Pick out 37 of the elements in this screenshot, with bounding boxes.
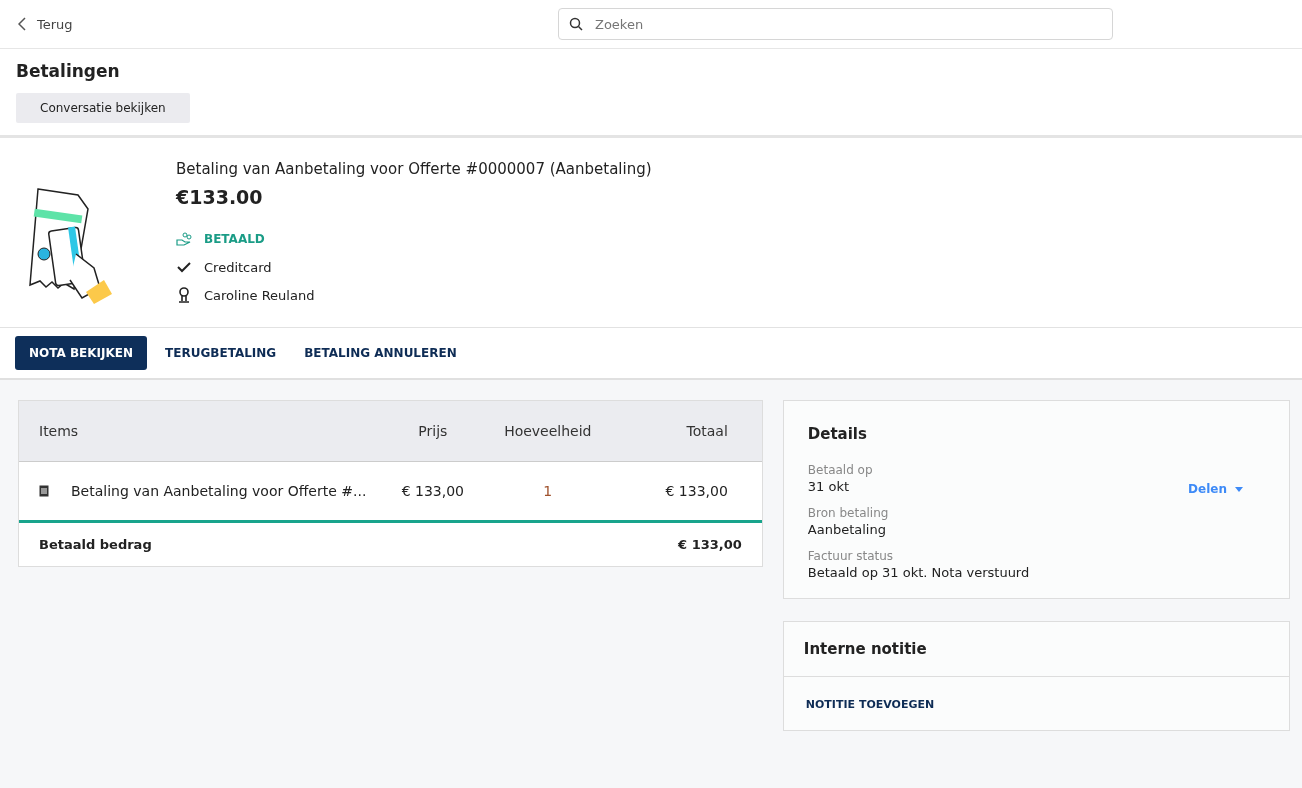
person-icon	[176, 287, 192, 303]
table-cell-text: € 133,00	[400, 483, 465, 499]
check-icon	[176, 261, 192, 273]
total-label: Betaald bedrag	[39, 537, 152, 552]
action-button[interactable]: BETALING ANNULEREN	[294, 336, 467, 370]
field-value: Betaald op 31 okt. Nota verstuurd	[807, 565, 1030, 580]
search-field[interactable]: Zoeken	[558, 8, 1113, 40]
table-cell-text: 1	[542, 483, 554, 499]
field-label: Bron betaling	[807, 506, 889, 520]
column-header: Totaal	[685, 423, 729, 439]
field-value: Aanbetaling	[807, 522, 886, 537]
document-icon	[39, 485, 49, 497]
note-title: Interne notitie	[783, 622, 1289, 677]
action-button[interactable]: NOTA BEKIJKEN	[15, 336, 148, 370]
field-value: 31 okt	[807, 479, 850, 494]
table-cell-text: € 133,00	[664, 483, 729, 499]
payment-amount: €133.00	[176, 186, 264, 208]
column-header: Items	[39, 423, 80, 439]
view-conversation-button[interactable]: Conversatie bekijken	[16, 93, 190, 123]
payment-title: Betaling van Aanbetaling voor Offerte #0000007 (Aanbetaling)	[176, 160, 652, 178]
total-amount: € 133,00	[678, 537, 742, 552]
table-cell: Betaling van Aanbetaling voor Offerte #...	[71, 483, 367, 499]
back-link[interactable]: Terug	[0, 16, 558, 32]
chevron-left-icon	[18, 17, 27, 31]
action-button[interactable]: TERUGBETALING	[155, 336, 287, 370]
status-label: BETAALD	[204, 232, 265, 246]
column-header: Hoeveelheid	[503, 423, 593, 439]
field-label: Factuur status	[807, 549, 894, 563]
hand-coins-icon	[176, 232, 192, 246]
caret-icon	[1235, 486, 1243, 492]
payment-fact: Caroline Reuland	[204, 287, 315, 303]
add-note-link[interactable]: NOTITIE TOEVOEGEN	[805, 698, 935, 711]
field-label: Betaald op	[807, 463, 873, 477]
column-header: Prijs	[417, 423, 449, 439]
details-title: Details	[807, 425, 868, 443]
payment-fact: Creditcard	[204, 259, 272, 275]
page-title: Betalingen	[16, 61, 121, 81]
